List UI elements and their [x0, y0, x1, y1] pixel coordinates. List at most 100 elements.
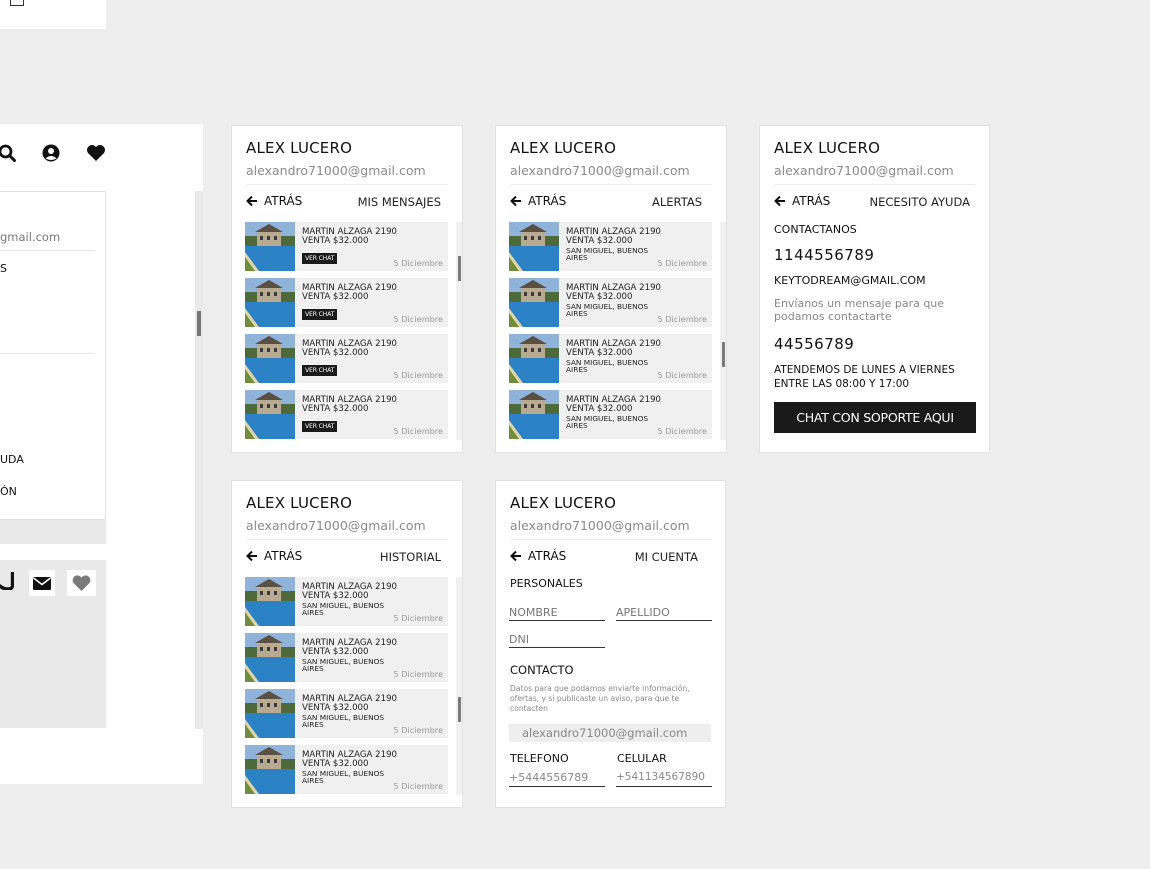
listing-card[interactable]: MARTIN ALZAGA 2190 VENTA $32.000 SAN MIG… [245, 577, 448, 626]
header-divider [246, 539, 448, 540]
view-chat-button[interactable]: VER CHAT [302, 309, 338, 320]
scrollbar-thumb[interactable] [722, 342, 725, 367]
listing-info: MARTIN ALZAGA 2190 VENTA $32.000 [302, 395, 397, 415]
user-name: ALEX LUCERO [246, 139, 353, 157]
partial-menu-screen: gmail.com S UDA ÓN [0, 124, 203, 784]
menu-item-ayuda[interactable]: UDA [0, 453, 24, 466]
listing-location: SAN MIGUEL, BUENOS AIRES [302, 768, 385, 786]
back-button[interactable]: ATRÁS [246, 194, 302, 208]
contact-heading: CONTACTANOS [774, 223, 857, 236]
email-field[interactable]: alexandro71000@gmail.com [509, 724, 711, 742]
arrow-left-icon [510, 195, 521, 207]
first-name-input[interactable] [509, 604, 605, 621]
cell-input[interactable]: +541134567890 [616, 771, 712, 787]
personal-heading: PERSONALES [510, 577, 583, 590]
user-name: ALEX LUCERO [510, 139, 617, 157]
header-divider [246, 184, 448, 185]
history-list: MARTIN ALZAGA 2190 VENTA $32.000 SAN MIG… [245, 577, 448, 795]
search-icon[interactable] [0, 144, 16, 166]
contact-note: Datos para que podamos enviarte informac… [510, 684, 690, 713]
user-name: ALEX LUCERO [774, 139, 881, 157]
arrow-left-icon [774, 195, 785, 207]
contact-phone-2: 44556789 [774, 335, 855, 353]
favorite-icon[interactable] [67, 570, 96, 596]
support-chat-button[interactable]: CHAT CON SOPORTE AQUI [774, 402, 976, 433]
property-thumbnail [509, 390, 559, 439]
back-label: ATRÁS [264, 194, 303, 208]
listing-card[interactable]: MARTIN ALZAGA 2190 VENTA $32.000 VER CHA… [245, 222, 448, 271]
property-thumbnail [245, 689, 295, 738]
scrollbar[interactable] [456, 577, 462, 795]
phone-input[interactable]: +5444556789 [509, 771, 605, 787]
user-email: alexandro71000@gmail.com [246, 518, 426, 533]
view-chat-button[interactable]: VER CHAT [302, 253, 338, 264]
view-chat-button[interactable]: VER CHAT [302, 421, 338, 432]
contact-phone: 1144556789 [774, 246, 875, 264]
listing-card[interactable]: MARTIN ALZAGA 2190 VENTA $32.000 SAN MIG… [509, 390, 712, 439]
scrollbar-thumb[interactable] [458, 256, 461, 281]
screen-mi-cuenta: ALEX LUCERO alexandro71000@gmail.com ATR… [495, 480, 726, 808]
property-thumbnail [245, 222, 295, 271]
listing-date: 5 Diciembre [393, 725, 443, 735]
header-divider [774, 184, 975, 185]
scrollbar-thumb[interactable] [197, 311, 201, 336]
listing-info: MARTIN ALZAGA 2190 VENTA $32.000 SAN MIG… [302, 582, 397, 618]
heart-icon[interactable] [86, 144, 106, 166]
listing-card[interactable]: MARTIN ALZAGA 2190 VENTA $32.000 VER CHA… [245, 278, 448, 327]
scrollbar[interactable] [720, 222, 726, 440]
section-title: MIS MENSAJES [357, 195, 441, 209]
listing-card[interactable]: MARTIN ALZAGA 2190 VENTA $32.000 SAN MIG… [509, 278, 712, 327]
menu-item-sesion[interactable]: ÓN [0, 485, 17, 498]
listing-price: VENTA $32.000 [302, 348, 369, 359]
header-divider [510, 184, 712, 185]
back-button[interactable]: ATRÁS [510, 194, 566, 208]
listing-info: MARTIN ALZAGA 2190 VENTA $32.000 [302, 339, 397, 359]
property-thumbnail [245, 334, 295, 383]
listing-card[interactable]: MARTIN ALZAGA 2190 VENTA $32.000 SAN MIG… [509, 334, 712, 383]
listing-card[interactable]: MARTIN ALZAGA 2190 VENTA $32.000 SAN MIG… [509, 222, 712, 271]
listing-card[interactable]: MARTIN ALZAGA 2190 VENTA $32.000 VER CHA… [245, 334, 448, 383]
footer-icon-bar [0, 560, 106, 728]
menu-dropdown: gmail.com S UDA ÓN [0, 191, 106, 520]
last-name-input[interactable] [616, 604, 712, 621]
view-chat-button[interactable]: VER CHAT [302, 365, 338, 376]
phone-icon[interactable] [0, 571, 15, 594]
listing-date: 5 Diciembre [393, 370, 443, 380]
user-icon[interactable] [42, 144, 60, 166]
property-thumbnail [509, 278, 559, 327]
mail-icon[interactable] [29, 570, 55, 596]
listing-card[interactable]: MARTIN ALZAGA 2190 VENTA $32.000 SAN MIG… [245, 633, 448, 682]
scrollbar[interactable] [456, 222, 462, 440]
listing-info: MARTIN ALZAGA 2190 VENTA $32.000 SAN MIG… [566, 339, 661, 374]
scrollbar-thumb[interactable] [458, 697, 461, 722]
menu-item-fragment[interactable]: S [0, 262, 7, 275]
property-thumbnail [245, 745, 295, 794]
listing-info: MARTIN ALZAGA 2190 VENTA $32.000 SAN MIG… [302, 750, 397, 786]
property-thumbnail [245, 278, 295, 327]
listing-card[interactable]: MARTIN ALZAGA 2190 VENTA $32.000 SAN MIG… [245, 745, 448, 794]
arrow-left-icon [246, 550, 257, 562]
listing-card[interactable]: MARTIN ALZAGA 2190 VENTA $32.000 VER CHA… [245, 390, 448, 439]
back-label: ATRÁS [528, 549, 567, 563]
user-name: ALEX LUCERO [510, 494, 617, 512]
listing-location: SAN MIGUEL, BUENOS AIRES [302, 712, 385, 730]
back-button[interactable]: ATRÁS [774, 194, 830, 208]
back-button[interactable]: ATRÁS [510, 549, 566, 563]
scrollbar-track[interactable] [195, 191, 203, 729]
listing-card[interactable]: MARTIN ALZAGA 2190 VENTA $32.000 SAN MIG… [245, 689, 448, 738]
section-title: MI CUENTA [634, 550, 698, 564]
listing-price: VENTA $32.000 [302, 236, 369, 247]
listing-location: SAN MIGUEL, BUENOS AIRES [566, 413, 649, 431]
dni-input[interactable] [509, 631, 605, 648]
listing-location: SAN MIGUEL, BUENOS AIRES [302, 600, 385, 618]
contact-email[interactable]: KEYTODREAM@GMAIL.COM [774, 274, 926, 287]
arrow-left-icon [246, 195, 257, 207]
listing-info: MARTIN ALZAGA 2190 VENTA $32.000 SAN MIG… [566, 227, 661, 262]
listing-date: 5 Diciembre [393, 426, 443, 436]
user-email: alexandro71000@gmail.com [246, 163, 426, 178]
back-label: ATRÁS [792, 194, 831, 208]
back-button[interactable]: ATRÁS [246, 549, 302, 563]
user-email: alexandro71000@gmail.com [510, 163, 690, 178]
checkbox-icon[interactable] [10, 0, 24, 6]
arrow-left-icon [510, 550, 521, 562]
